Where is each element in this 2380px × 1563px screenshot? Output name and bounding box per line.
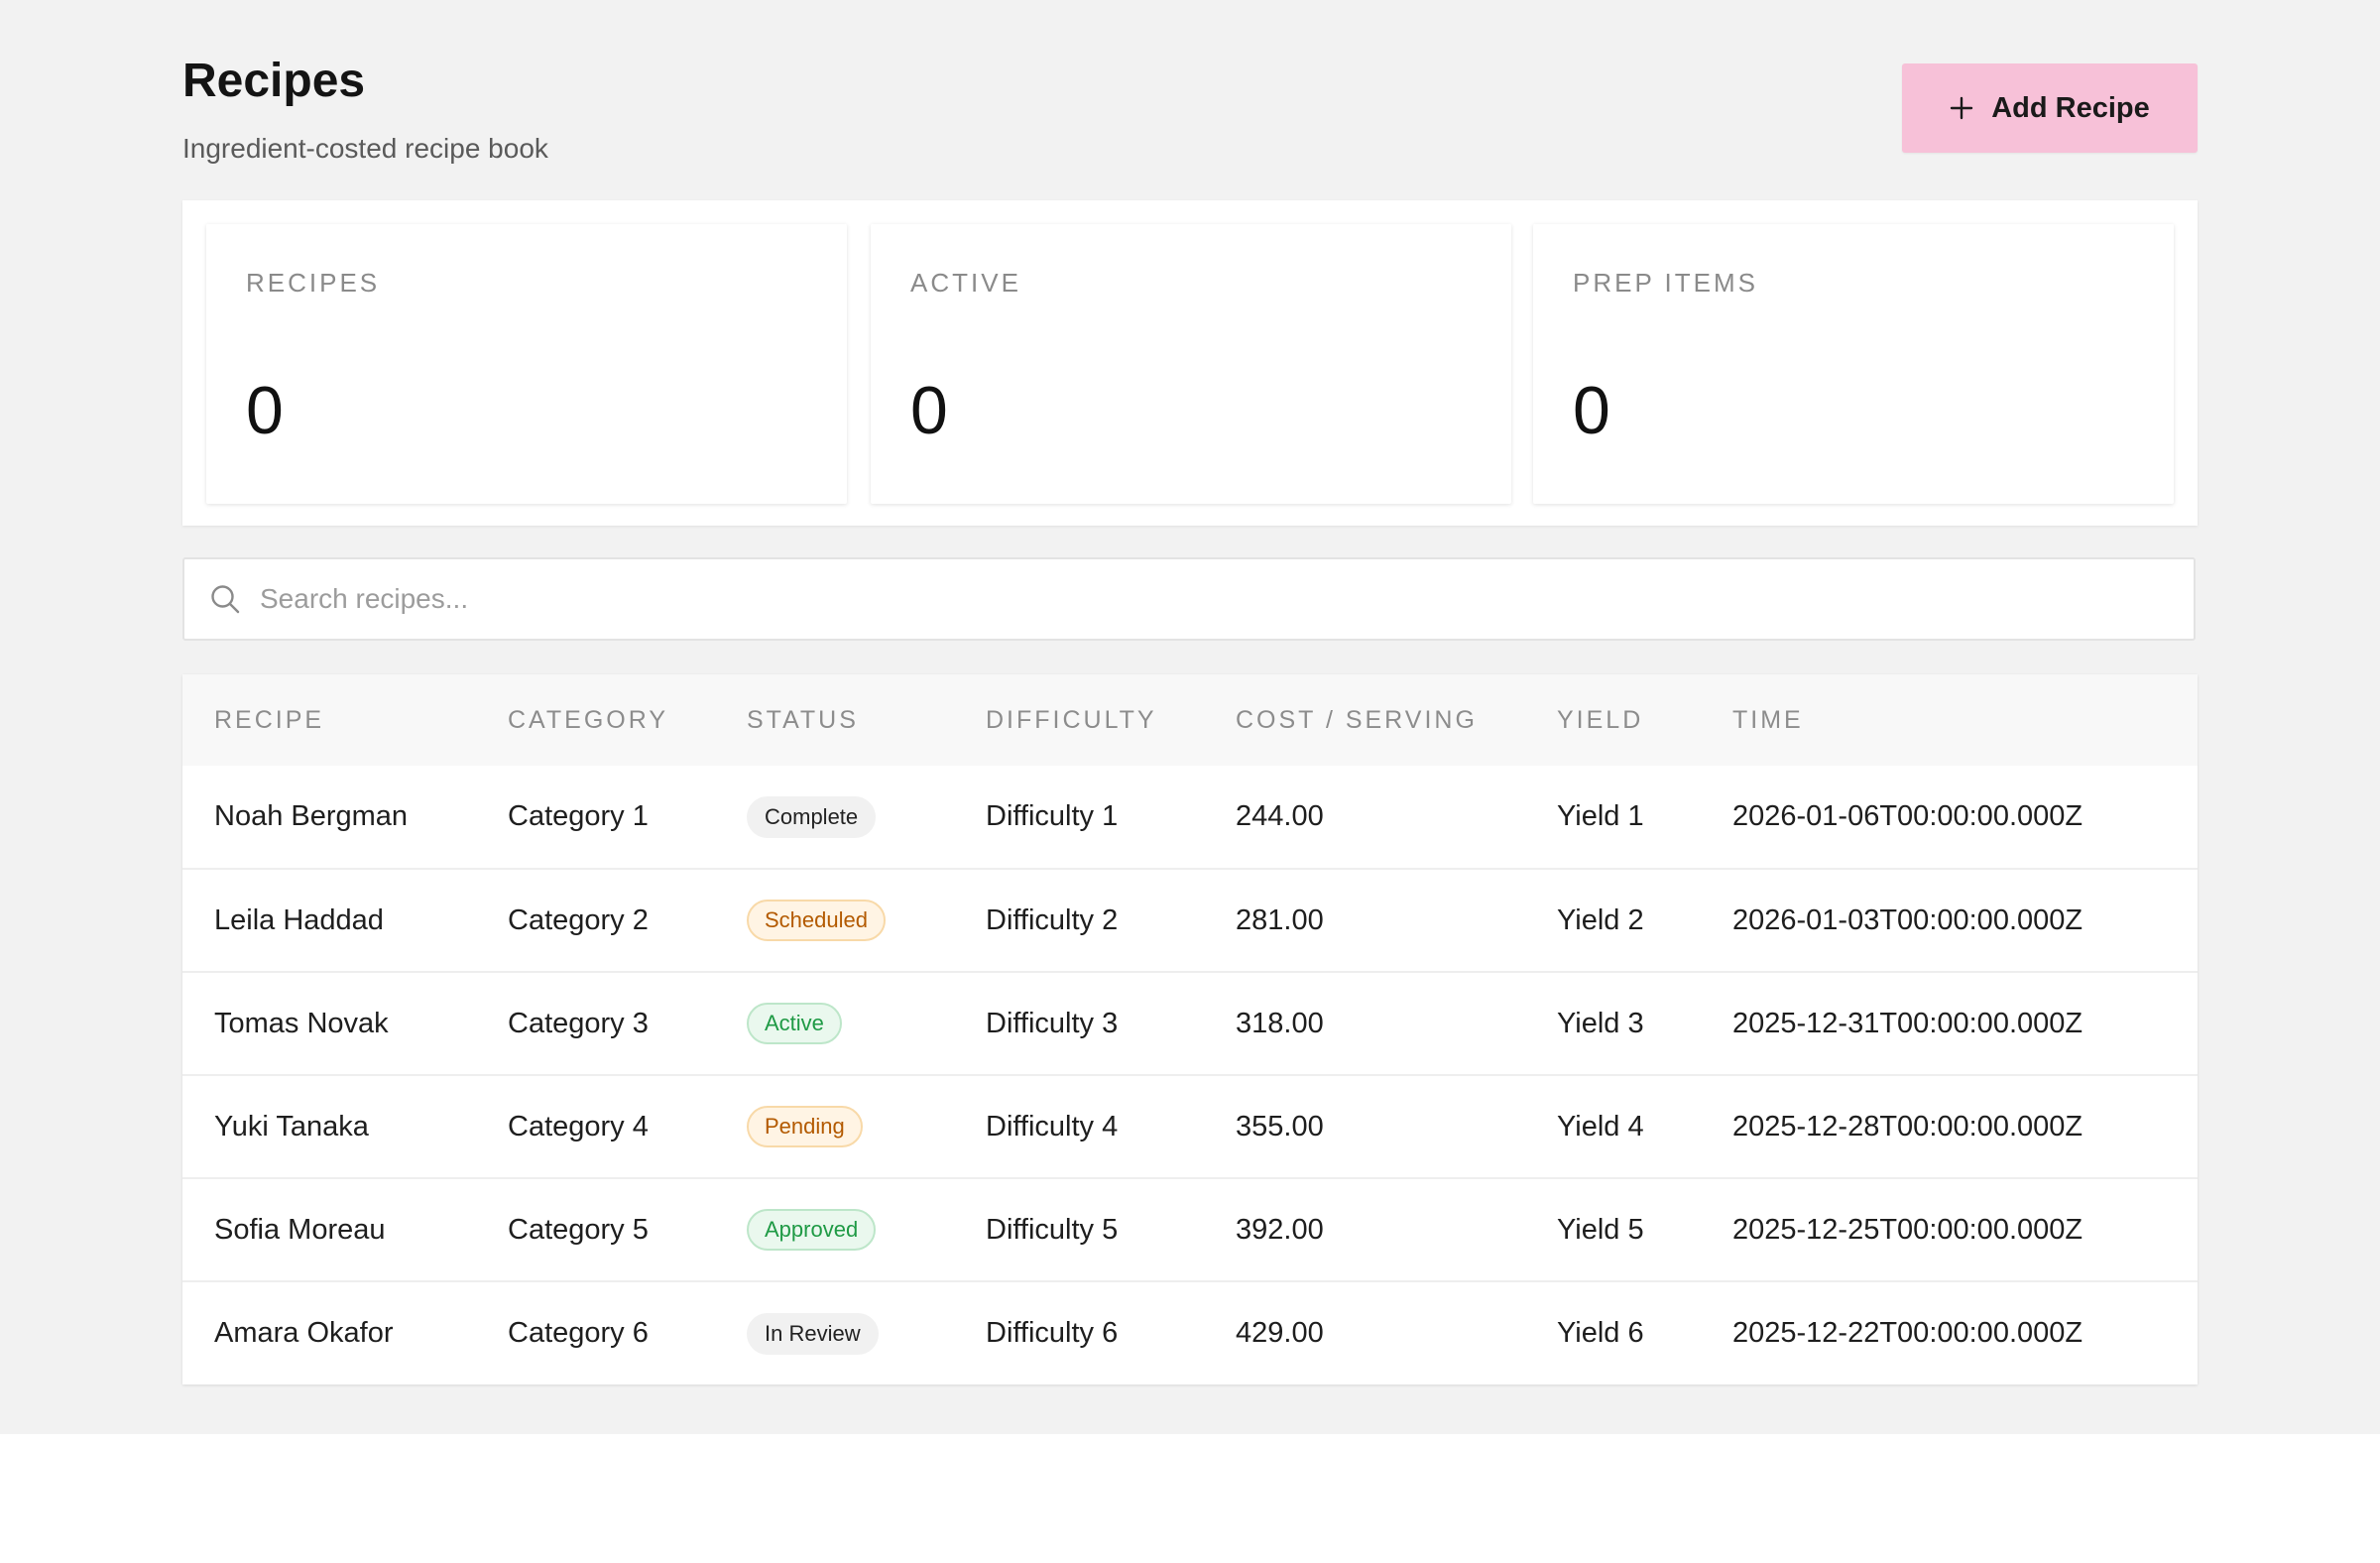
cell-yield: Yield 2 [1557, 903, 1644, 936]
cell-time: 2025-12-25T00:00:00.000Z [1732, 1213, 2083, 1246]
cell-time: 2025-12-31T00:00:00.000Z [1732, 1007, 2083, 1039]
cell-time: 2025-12-22T00:00:00.000Z [1732, 1317, 2083, 1349]
stat-value: 0 [1573, 373, 1610, 448]
cell-difficulty: Difficulty 5 [986, 1213, 1119, 1246]
cell-yield: Yield 3 [1557, 1007, 1644, 1039]
cell-yield: Yield 5 [1557, 1213, 1644, 1246]
plus-icon [1950, 96, 1973, 120]
cell-recipe: Leila Haddad [214, 903, 384, 936]
table-row[interactable]: Leila Haddad Category 2 Scheduled Diffic… [182, 869, 2198, 972]
page-background: Recipes Ingredient-costed recipe book Ad… [0, 0, 2380, 1434]
cell-yield: Yield 6 [1557, 1317, 1644, 1349]
cell-recipe: Sofia Moreau [214, 1213, 386, 1246]
stat-card-prep-items: PREP ITEMS 0 [1533, 224, 2174, 504]
table-body: Noah Bergman Category 1 Complete Difficu… [182, 766, 2198, 1384]
search-icon [208, 582, 242, 616]
cell-recipe: Amara Okafor [214, 1317, 394, 1349]
column-header-cost-per-serving[interactable]: COST / SERVING [1236, 674, 1557, 766]
stat-card-active: ACTIVE 0 [871, 224, 1511, 504]
cell-category: Category 1 [508, 800, 649, 832]
page-title: Recipes [182, 55, 366, 107]
table-row[interactable]: Tomas Novak Category 3 Active Difficulty… [182, 972, 2198, 1075]
search-box[interactable] [182, 557, 2196, 641]
cell-category: Category 5 [508, 1213, 649, 1246]
status-badge: Complete [747, 795, 877, 838]
cell-cost: 281.00 [1236, 903, 1324, 936]
recipes-table-panel: RECIPE CATEGORY STATUS DIFFICULTY COST /… [182, 674, 2198, 1384]
cell-cost: 355.00 [1236, 1110, 1324, 1142]
cell-status: Complete [747, 766, 986, 869]
recipes-table: RECIPE CATEGORY STATUS DIFFICULTY COST /… [182, 674, 2198, 1384]
column-header-recipe[interactable]: RECIPE [182, 674, 508, 766]
cell-status: In Review [747, 1281, 986, 1384]
stat-value: 0 [246, 373, 284, 448]
column-header-yield[interactable]: YIELD [1557, 674, 1732, 766]
cell-cost: 429.00 [1236, 1317, 1324, 1349]
cell-status: Scheduled [747, 869, 986, 972]
stat-label: ACTIVE [910, 268, 1021, 298]
cell-cost: 318.00 [1236, 1007, 1324, 1039]
cell-difficulty: Difficulty 4 [986, 1110, 1119, 1142]
column-header-time[interactable]: TIME [1732, 674, 2198, 766]
cell-difficulty: Difficulty 3 [986, 1007, 1119, 1039]
cell-difficulty: Difficulty 2 [986, 903, 1119, 936]
cell-yield: Yield 4 [1557, 1110, 1644, 1142]
page-subtitle: Ingredient-costed recipe book [182, 133, 548, 164]
cell-status: Approved [747, 1178, 986, 1281]
stat-card-recipes: RECIPES 0 [206, 224, 847, 504]
add-recipe-button-label: Add Recipe [1991, 91, 2150, 124]
cell-time: 2025-12-28T00:00:00.000Z [1732, 1110, 2083, 1142]
table-row[interactable]: Yuki Tanaka Category 4 Pending Difficult… [182, 1075, 2198, 1178]
main-container: Recipes Ingredient-costed recipe book Ad… [182, 0, 2198, 1384]
stat-value: 0 [910, 373, 948, 448]
column-header-difficulty[interactable]: DIFFICULTY [986, 674, 1236, 766]
cell-cost: 244.00 [1236, 800, 1324, 832]
stat-label: RECIPES [246, 268, 381, 298]
cell-category: Category 2 [508, 903, 649, 936]
table-row[interactable]: Sofia Moreau Category 5 Approved Difficu… [182, 1178, 2198, 1281]
cell-recipe: Noah Bergman [214, 800, 409, 832]
cell-time: 2026-01-06T00:00:00.000Z [1732, 800, 2083, 832]
add-recipe-button[interactable]: Add Recipe [1902, 63, 2198, 153]
cell-time: 2026-01-03T00:00:00.000Z [1732, 903, 2083, 936]
stat-label: PREP ITEMS [1573, 268, 1759, 298]
table-row[interactable]: Noah Bergman Category 1 Complete Difficu… [182, 766, 2198, 869]
cell-category: Category 4 [508, 1110, 649, 1142]
table-header-row: RECIPE CATEGORY STATUS DIFFICULTY COST /… [182, 674, 2198, 766]
cell-difficulty: Difficulty 6 [986, 1317, 1119, 1349]
cell-cost: 392.00 [1236, 1213, 1324, 1246]
table-header: RECIPE CATEGORY STATUS DIFFICULTY COST /… [182, 674, 2198, 766]
status-badge: In Review [747, 1312, 879, 1355]
stats-panel: RECIPES 0 ACTIVE 0 PREP ITEMS 0 [182, 200, 2198, 526]
cell-yield: Yield 1 [1557, 800, 1644, 832]
status-badge: Pending [747, 1106, 863, 1147]
cell-category: Category 6 [508, 1317, 649, 1349]
status-badge: Approved [747, 1209, 877, 1251]
cell-recipe: Yuki Tanaka [214, 1110, 369, 1142]
table-row[interactable]: Amara Okafor Category 6 In Review Diffic… [182, 1281, 2198, 1384]
column-header-status[interactable]: STATUS [747, 674, 986, 766]
cell-difficulty: Difficulty 1 [986, 800, 1119, 832]
page-header: Recipes Ingredient-costed recipe book Ad… [182, 0, 2198, 200]
status-badge: Scheduled [747, 900, 886, 941]
cell-category: Category 3 [508, 1007, 649, 1039]
search-input[interactable] [258, 568, 2174, 630]
status-badge: Active [747, 1003, 842, 1044]
cell-recipe: Tomas Novak [214, 1007, 389, 1039]
cell-status: Active [747, 972, 986, 1075]
column-header-category[interactable]: CATEGORY [508, 674, 747, 766]
cell-status: Pending [747, 1075, 986, 1178]
